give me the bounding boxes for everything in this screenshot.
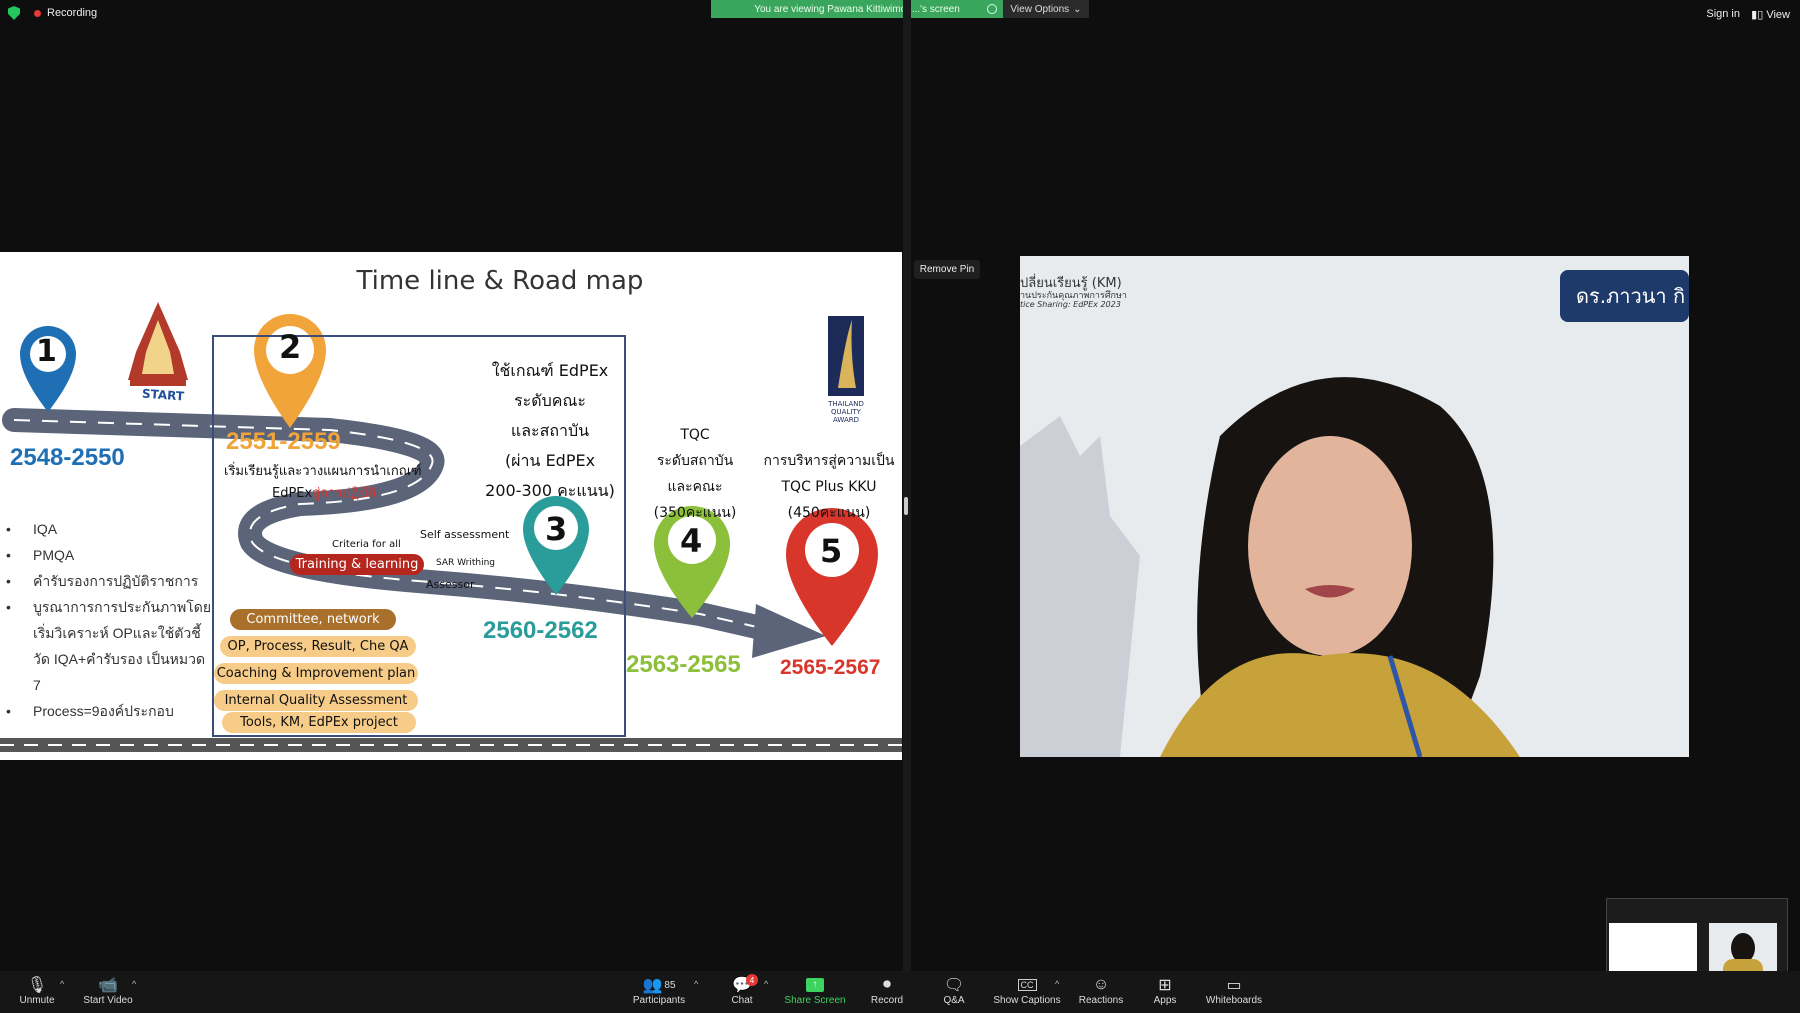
- reactions-icon: ☺: [1092, 976, 1110, 993]
- stage-1-bullets: IQA PMQA คำรับรองการปฏิบัติราชการ บูรณาก…: [6, 516, 216, 724]
- bottom-road-strip: [0, 738, 902, 752]
- recording-label: Recording: [47, 7, 98, 19]
- training-learning-pill: Training & learning: [290, 554, 424, 575]
- share-screen-button[interactable]: ↑ Share Screen: [780, 975, 850, 1006]
- whiteboard-icon: ▭: [1226, 977, 1242, 994]
- list-item: บูรณาการการประกันภาพโดยเริ่มวิเคราะห์ OP…: [6, 594, 216, 698]
- qa-button[interactable]: 🗨 Q&A: [919, 975, 989, 1006]
- participants-options-caret[interactable]: ^: [694, 979, 698, 989]
- stage-3-text: ใช้เกณฑ์ EdPEx ระดับคณะ และสถาบัน (ผ่าน …: [485, 361, 615, 500]
- sign-in-button[interactable]: Sign in: [1706, 8, 1740, 20]
- show-captions-button[interactable]: CC Show Captions: [992, 975, 1062, 1006]
- captions-icon: CC: [992, 975, 1062, 995]
- pin-3-number: 3: [545, 510, 568, 548]
- pill-committee: Committee, network: [230, 609, 396, 630]
- assessor-label: Assessor: [426, 578, 475, 591]
- stage-2-text-line1: เริ่มเรียนรู้และวางแผนการนำเกณฑ์: [224, 464, 422, 479]
- reactions-button[interactable]: ☺ Reactions: [1066, 975, 1136, 1006]
- whiteboards-button[interactable]: ▭ Whiteboards: [1199, 975, 1269, 1006]
- chevron-down-icon: ⌄: [1073, 3, 1082, 15]
- award-caption: THAILAND QUALITY AWARD: [828, 400, 864, 424]
- start-label: START: [141, 386, 185, 404]
- list-item: Process=9องค์ประกอบ: [6, 698, 216, 724]
- view-options-label: View Options: [1010, 3, 1070, 15]
- presentation-slide: Time line & Road map 1 2 3 4 5 START THA…: [0, 252, 902, 760]
- pane-divider[interactable]: [903, 0, 911, 971]
- participants-button[interactable]: 👥 85 Participants: [624, 975, 694, 1006]
- apps-button[interactable]: ⊞ Apps: [1130, 975, 1200, 1006]
- view-options-button[interactable]: View Options ⌄: [1003, 0, 1089, 18]
- divider-handle[interactable]: [904, 497, 908, 515]
- top-bar: Recording You are viewing Pawana Kittiwi…: [0, 0, 1800, 28]
- year-stage-3: 2560-2562: [483, 617, 598, 644]
- qa-icon: 🗨: [943, 977, 965, 994]
- pill-tools: Tools, KM, EdPEx project: [222, 712, 416, 733]
- captions-options-caret[interactable]: ^: [1055, 979, 1059, 989]
- thumbnail-slide: [1609, 923, 1697, 971]
- thumbnail-speaker: [1709, 923, 1777, 971]
- pin-5-number: 5: [820, 532, 843, 570]
- apps-icon: ⊞: [1158, 977, 1172, 994]
- viewing-banner: You are viewing Pawana Kittiwimon...'s s…: [711, 0, 1003, 18]
- stage-4-text: TQC ระดับสถาบัน และคณะ (350คะแนน): [653, 427, 737, 521]
- pin-1-number: 1: [36, 334, 57, 369]
- participants-icon: 👥 85: [642, 977, 676, 994]
- recording-indicator: Recording: [8, 6, 97, 20]
- chat-options-caret[interactable]: ^: [764, 979, 768, 989]
- recording-dot-icon: [34, 9, 41, 17]
- criteria-label: Criteria for all: [332, 539, 401, 550]
- remove-pin-button[interactable]: Remove Pin: [914, 260, 980, 279]
- share-screen-icon: ↑: [780, 975, 850, 995]
- security-shield-icon[interactable]: [8, 6, 20, 20]
- sharing-status-icon: [987, 4, 997, 14]
- speaker-video-frame: [1020, 256, 1689, 757]
- viewing-banner-text: You are viewing Pawana Kittiwimon...'s s…: [754, 3, 960, 15]
- pill-iqa: Internal Quality Assessment: [214, 690, 418, 711]
- list-item: PMQA: [6, 542, 216, 568]
- university-logo: [128, 302, 188, 386]
- sar-writing-label: SAR Writhing: [436, 558, 495, 568]
- stage-5-text: การบริหารสู่ความเป็น TQC Plus KKU (450คะ…: [763, 453, 895, 521]
- video-options-caret[interactable]: ^: [132, 979, 136, 989]
- year-stage-2: 2551-2559: [226, 428, 341, 455]
- grid-icon: ▮▯: [1751, 9, 1764, 21]
- list-item: คำรับรองการปฏิบัติราชการ: [6, 568, 216, 594]
- speaker-face: [1248, 436, 1412, 656]
- record-icon: ⏺: [882, 976, 891, 993]
- background-text-sharing: tice Sharing: EdPEx 2023: [1020, 300, 1121, 309]
- year-stage-5: 2565-2567: [780, 656, 881, 679]
- audio-options-caret[interactable]: ^: [60, 979, 64, 989]
- view-layout-button[interactable]: ▮▯ View: [1751, 8, 1790, 21]
- year-stage-1: 2548-2550: [10, 444, 125, 471]
- self-assessment-label: Self assessment: [420, 528, 510, 541]
- year-stage-4: 2563-2565: [626, 651, 741, 678]
- speaker-name-banner: ดร.ภาวนา กิ: [1576, 284, 1686, 308]
- meeting-toolbar: 🎙 Unmute ^ 📹 Start Video ^ 👥 85 Participa…: [0, 971, 1800, 1013]
- speaker-video: ปลี่ยนเรียนรู้ (KM) านประกันคุณภาพการศึก…: [1020, 256, 1689, 757]
- record-button[interactable]: ⏺ Record: [852, 975, 922, 1006]
- pill-op-process: OP, Process, Result, Che QA: [220, 636, 416, 657]
- pin-4-number: 4: [680, 522, 703, 560]
- stage-2-text-line2: EdPExสู่การปฏิบัติ: [272, 486, 376, 501]
- chat-unread-badge: 4: [746, 974, 758, 986]
- view-layout-label: View: [1766, 9, 1790, 21]
- pill-coaching: Coaching & Improvement plan: [214, 663, 418, 684]
- pin-2-number: 2: [279, 328, 302, 366]
- list-item: IQA: [6, 516, 216, 542]
- quality-award-logo: [828, 316, 864, 396]
